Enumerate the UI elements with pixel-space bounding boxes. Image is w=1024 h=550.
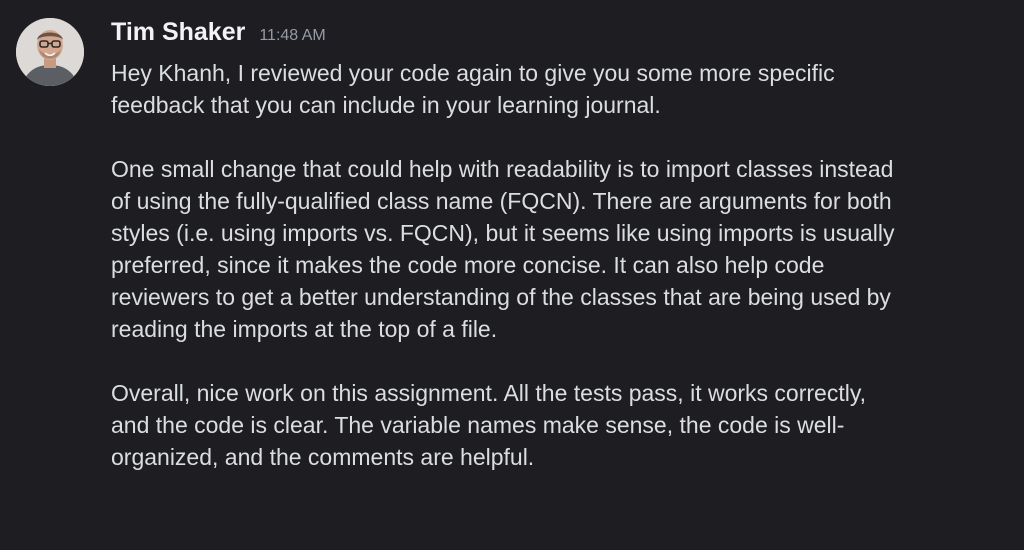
message-body: Hey Khanh, I reviewed your code again to… bbox=[111, 57, 1011, 505]
chat-message: Tim Shaker 11:48 AM Hey Khanh, I reviewe… bbox=[0, 0, 1024, 550]
message-paragraph: One small change that could help with re… bbox=[111, 156, 895, 342]
message-timestamp[interactable]: 11:48 AM bbox=[259, 27, 325, 45]
message-paragraph: Hey Khanh, I reviewed your code again to… bbox=[111, 60, 835, 118]
message-paragraph: Overall, nice work on this assignment. A… bbox=[111, 380, 867, 470]
user-avatar-photo-icon bbox=[16, 18, 84, 86]
author-name[interactable]: Tim Shaker bbox=[111, 18, 245, 47]
message-header: Tim Shaker 11:48 AM bbox=[111, 18, 326, 52]
avatar[interactable] bbox=[16, 18, 84, 86]
